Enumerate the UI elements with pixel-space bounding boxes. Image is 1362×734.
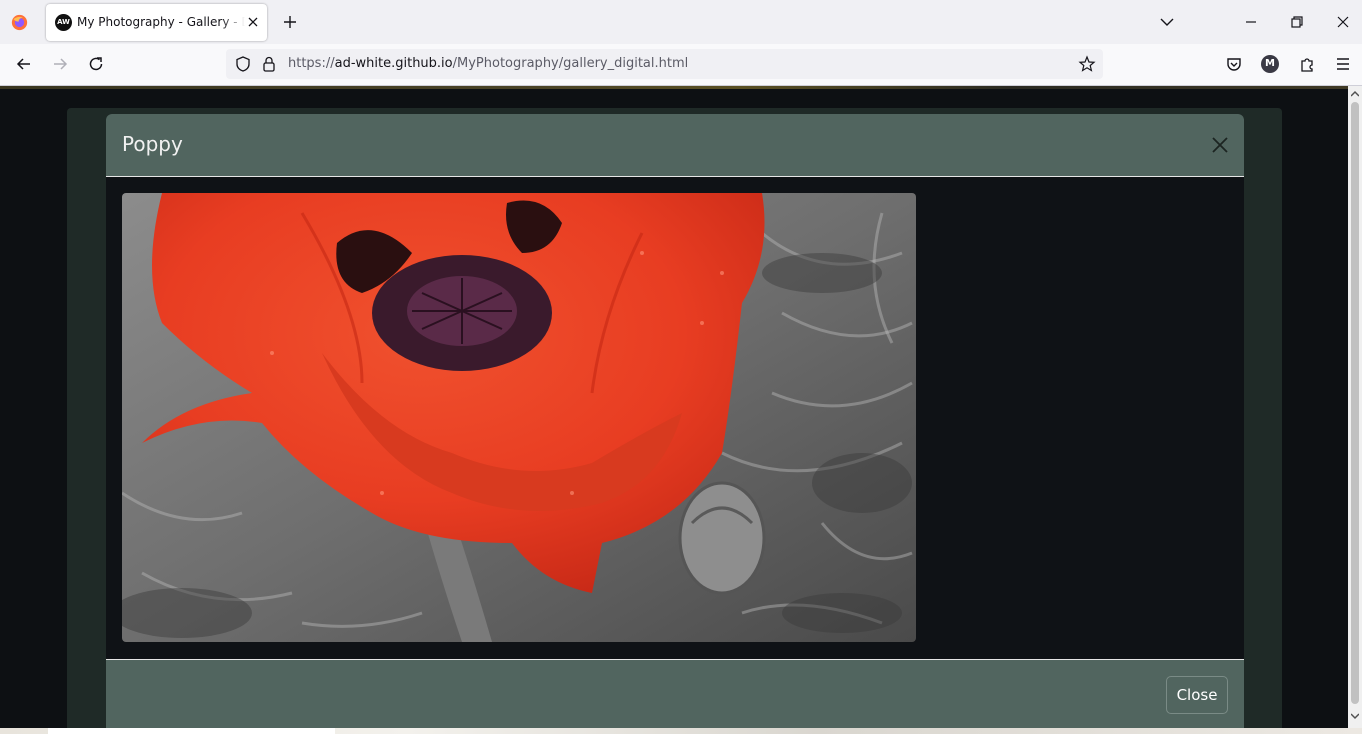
url-text[interactable]: https://ad-white.github.io/MyPhotography… [288,56,688,71]
chevron-down-icon[interactable] [1158,14,1176,30]
taskbar-window-preview [48,728,335,734]
tab-active[interactable]: AW My Photography - Gallery - Digital [46,4,267,41]
new-tab-icon[interactable] [280,12,300,32]
scroll-up-icon[interactable] [1351,90,1359,98]
address-bar[interactable]: https://ad-white.github.io/MyPhotography… [226,49,1103,79]
shield-icon[interactable] [234,55,252,73]
tab-strip: AW My Photography - Gallery - Digital [0,0,1362,44]
menu-icon[interactable] [1333,54,1353,74]
image-modal: Poppy Close [106,114,1244,728]
url-host: ad-white.github.io [334,56,453,71]
reload-icon[interactable] [86,54,106,74]
tab-title: My Photography - Gallery - Digital [77,15,245,29]
account-avatar[interactable]: M [1261,55,1279,73]
modal-header: Poppy [106,114,1244,177]
pocket-icon[interactable] [1224,54,1244,74]
header-image-edge [0,86,1348,89]
page-scrollbar[interactable] [1348,86,1362,728]
navigation-toolbar: https://ad-white.github.io/MyPhotography… [0,44,1362,86]
close-icon[interactable] [1210,135,1230,155]
site-favicon-icon: AW [55,14,72,31]
url-prefix: https:// [288,56,335,71]
restore-icon[interactable] [1288,13,1306,31]
scroll-down-icon[interactable] [1351,712,1359,720]
window-close-icon[interactable] [1334,13,1352,31]
scroll-thumb[interactable] [1351,102,1359,704]
page-viewport: Poppy Close [0,86,1348,728]
modal-title: Poppy [122,132,183,156]
forward-icon[interactable] [50,54,70,74]
url-path: /MyPhotography/gallery_digital.html [452,56,689,71]
firefox-icon[interactable] [11,14,28,31]
back-icon[interactable] [14,54,34,74]
tab-close-icon[interactable] [245,14,261,30]
lock-icon[interactable] [261,55,277,73]
poppy-photo [122,193,916,642]
close-button[interactable]: Close [1166,676,1228,714]
bookmark-star-icon[interactable] [1078,55,1096,73]
modal-footer: Close [106,659,1244,728]
minimize-icon[interactable] [1242,14,1260,30]
extensions-icon[interactable] [1297,54,1317,74]
